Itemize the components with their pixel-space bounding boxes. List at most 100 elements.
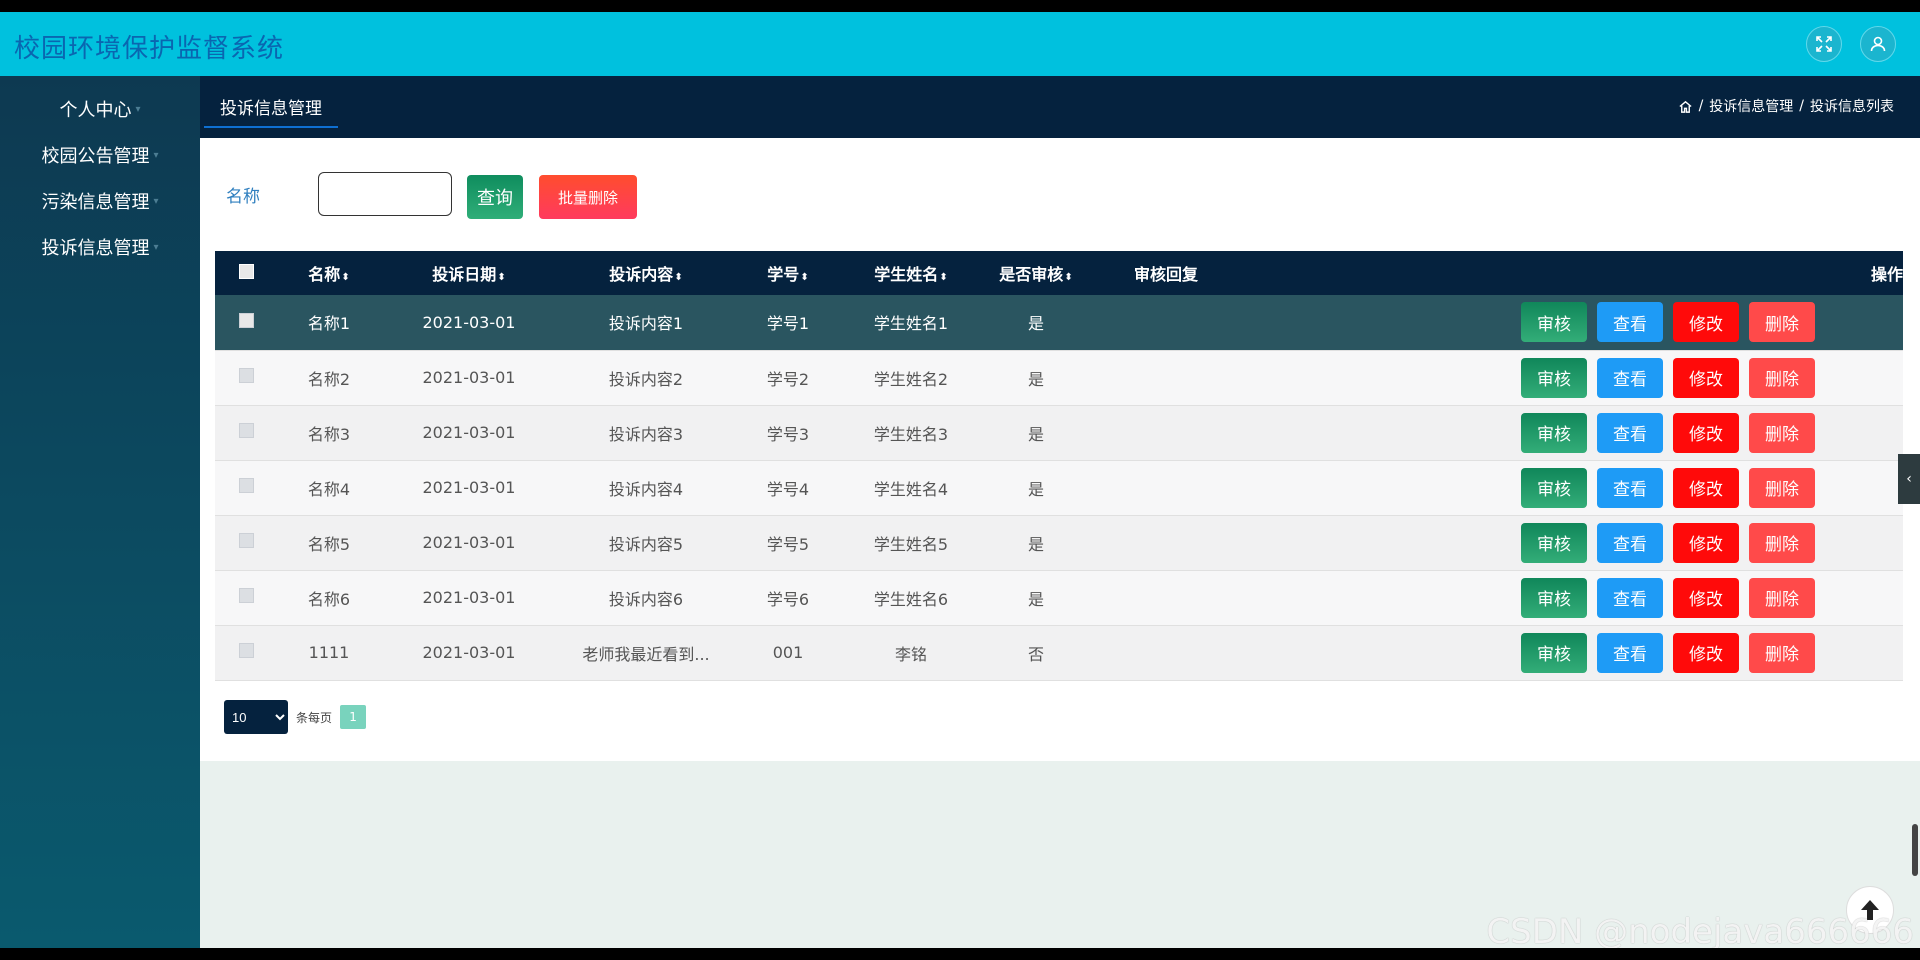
- audit-button[interactable]: 审核: [1521, 632, 1587, 673]
- header-label: 是否审核: [999, 265, 1064, 284]
- view-button[interactable]: 查看: [1597, 632, 1663, 673]
- sort-icon: ⬍: [674, 272, 683, 283]
- delete-button[interactable]: 删除: [1749, 412, 1815, 453]
- cell-reviewed: 否: [1027, 644, 1044, 664]
- user-button[interactable]: [1860, 26, 1896, 62]
- edit-button[interactable]: 修改: [1673, 632, 1739, 673]
- row-checkbox[interactable]: [238, 423, 254, 438]
- view-button[interactable]: 查看: [1597, 412, 1663, 453]
- per-page-label: 条每页: [296, 710, 333, 725]
- chevron-down-icon: ▾: [153, 149, 159, 161]
- column-header-student-id[interactable]: 学号⬍: [735, 251, 841, 295]
- row-checkbox[interactable]: [238, 478, 254, 493]
- delete-button[interactable]: 删除: [1749, 357, 1815, 398]
- sort-icon: ⬍: [800, 272, 809, 283]
- sidebar-item-complaint-info[interactable]: 投诉信息管理 ▾: [0, 224, 200, 270]
- cell-reply: [1091, 405, 1241, 460]
- name-search-input[interactable]: [318, 172, 452, 216]
- table-row: 名称6 2021-03-01 投诉内容6 学号6 学生姓名6 是 审核 查看 修改 删除: [215, 570, 1903, 625]
- row-checkbox[interactable]: [238, 312, 254, 328]
- select-all-checkbox[interactable]: [238, 263, 254, 279]
- sidebar-item-label: 投诉信息管理: [41, 238, 150, 259]
- cell-reviewed: 是: [1027, 314, 1044, 334]
- cell-name: 名称4: [307, 479, 351, 499]
- cell-reply: [1091, 295, 1241, 350]
- edit-button[interactable]: 修改: [1673, 302, 1739, 343]
- audit-button[interactable]: 审核: [1521, 577, 1587, 618]
- view-button[interactable]: 查看: [1597, 522, 1663, 563]
- chevron-left-icon: ‹: [1906, 471, 1912, 487]
- column-header-content[interactable]: 投诉内容⬍: [557, 251, 735, 295]
- main-content: 投诉信息管理 / 投诉信息管理 / 投诉信息列表 名称 查询 批量删除 名称⬍ …: [200, 76, 1920, 948]
- view-button[interactable]: 查看: [1597, 577, 1663, 618]
- sidebar-item-personal-center[interactable]: 个人中心 ▾: [0, 86, 200, 132]
- delete-button[interactable]: 删除: [1749, 577, 1815, 618]
- row-actions: 审核 查看 修改 删除: [1241, 625, 1903, 680]
- edit-button[interactable]: 修改: [1673, 357, 1739, 398]
- top-bar: 校园环境保护监督系统: [0, 12, 1920, 76]
- row-actions: 审核 查看 修改 删除: [1241, 570, 1903, 625]
- chevron-down-icon: ▾: [153, 241, 159, 253]
- sort-icon: ⬍: [1064, 272, 1073, 283]
- cell-reply: [1091, 625, 1241, 680]
- chevron-down-icon: ▾: [135, 103, 141, 115]
- audit-button[interactable]: 审核: [1521, 412, 1587, 453]
- column-header-actions: 操作: [1870, 265, 1903, 284]
- page-size-select[interactable]: 10: [224, 700, 288, 734]
- row-checkbox[interactable]: [238, 533, 254, 548]
- column-header-name[interactable]: 名称⬍: [277, 251, 381, 295]
- row-select-cell: [215, 570, 277, 625]
- edit-button[interactable]: 修改: [1673, 577, 1739, 618]
- cell-content: 投诉内容5: [608, 534, 684, 554]
- column-header-reviewed[interactable]: 是否审核⬍: [981, 251, 1091, 295]
- column-header-date[interactable]: 投诉日期⬍: [381, 251, 557, 295]
- delete-button[interactable]: 删除: [1749, 632, 1815, 673]
- cell-student-name: 学生姓名6: [873, 589, 949, 609]
- sidebar-item-pollution-info[interactable]: 污染信息管理 ▾: [0, 178, 200, 224]
- audit-button[interactable]: 审核: [1521, 467, 1587, 508]
- cell-reviewed: 是: [1027, 424, 1044, 444]
- app-title: 校园环境保护监督系统: [14, 34, 285, 64]
- row-checkbox[interactable]: [238, 643, 254, 658]
- column-header-student-name[interactable]: 学生姓名⬍: [841, 251, 981, 295]
- view-button[interactable]: 查看: [1597, 467, 1663, 508]
- row-checkbox[interactable]: [238, 368, 254, 383]
- fullscreen-button[interactable]: [1806, 26, 1842, 62]
- cell-date: 2021-03-01: [422, 423, 516, 442]
- audit-button[interactable]: 审核: [1521, 302, 1587, 343]
- sidebar-collapse-handle[interactable]: ‹: [1898, 454, 1920, 504]
- sort-icon: ⬍: [939, 272, 948, 283]
- audit-button[interactable]: 审核: [1521, 522, 1587, 563]
- batch-delete-button[interactable]: 批量删除: [539, 175, 637, 219]
- view-button[interactable]: 查看: [1597, 302, 1663, 343]
- page-number-current[interactable]: 1: [340, 705, 367, 729]
- table-row: 名称1 2021-03-01 投诉内容1 学号1 学生姓名1 是 审核 查看 修改 删除: [215, 295, 1903, 350]
- table-body: 名称1 2021-03-01 投诉内容1 学号1 学生姓名1 是 审核 查看 修改 删除 …: [215, 295, 1903, 680]
- cell-student-id: 学号3: [766, 424, 810, 444]
- view-button[interactable]: 查看: [1597, 357, 1663, 398]
- tab-complaint-management[interactable]: 投诉信息管理: [204, 86, 338, 128]
- cell-reply: [1091, 515, 1241, 570]
- cell-student-id: 学号6: [766, 589, 810, 609]
- delete-button[interactable]: 删除: [1749, 467, 1815, 508]
- column-header-reply: 审核回复: [1133, 265, 1198, 284]
- scrollbar-thumb[interactable]: [1912, 824, 1918, 876]
- delete-button[interactable]: 删除: [1749, 302, 1815, 343]
- audit-button[interactable]: 审核: [1521, 357, 1587, 398]
- sidebar-item-campus-notice[interactable]: 校园公告管理 ▾: [0, 132, 200, 178]
- query-button[interactable]: 查询: [467, 175, 523, 219]
- cell-name: 名称2: [307, 369, 351, 389]
- sort-icon: ⬍: [497, 272, 506, 283]
- table-row: 名称5 2021-03-01 投诉内容5 学号5 学生姓名5 是 审核 查看 修改 删除: [215, 515, 1903, 570]
- edit-button[interactable]: 修改: [1673, 522, 1739, 563]
- edit-button[interactable]: 修改: [1673, 467, 1739, 508]
- edit-button[interactable]: 修改: [1673, 412, 1739, 453]
- cell-reply: [1091, 350, 1241, 405]
- row-checkbox[interactable]: [238, 588, 254, 603]
- home-icon[interactable]: [1678, 99, 1693, 114]
- cell-student-name: 李铭: [894, 644, 927, 664]
- breadcrumb-item[interactable]: 投诉信息管理: [1709, 96, 1793, 116]
- delete-button[interactable]: 删除: [1749, 522, 1815, 563]
- row-actions: 审核 查看 修改 删除: [1241, 515, 1903, 570]
- table-row: 名称3 2021-03-01 投诉内容3 学号3 学生姓名3 是 审核 查看 修改 删除: [215, 405, 1903, 460]
